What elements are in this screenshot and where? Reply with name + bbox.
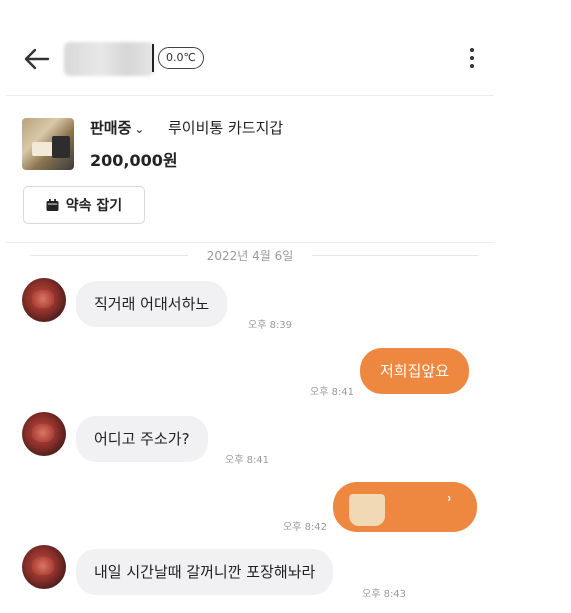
vertical-dots-icon (460, 48, 484, 68)
product-price: 200,000원 (90, 151, 178, 170)
back-button[interactable] (20, 42, 54, 76)
arrow-left-icon (24, 48, 50, 70)
name-cursor-bar (152, 44, 154, 72)
sale-status-dropdown[interactable]: 판매중 ⌄ (90, 117, 144, 138)
sender-avatar[interactable] (22, 412, 66, 456)
incoming-message: 어디고 주소가? (76, 416, 208, 462)
calendar-icon (46, 199, 59, 211)
message-time: 오후 8:43 (362, 589, 407, 600)
message-time: 오후 8:39 (248, 320, 293, 331)
outgoing-message: 저희집앞요 (360, 348, 470, 394)
user-name-blurred (64, 42, 154, 76)
date-rule-left (30, 255, 188, 256)
outgoing-image-message[interactable]: ʾ (333, 482, 477, 532)
appointment-label: 약속 잡기 (65, 198, 123, 214)
more-options-button[interactable] (460, 44, 484, 74)
sender-avatar[interactable] (22, 278, 66, 322)
message-time: 오후 8:42 (283, 522, 328, 533)
sender-avatar[interactable] (22, 545, 66, 589)
message-time: 오후 8:41 (225, 455, 270, 466)
incoming-message: 내일 시간날때 갈꺼니깐 포장해놔라 (76, 549, 334, 595)
chat-date: 2022년 4월 6일 (206, 249, 294, 263)
incoming-message: 직거래 어대서하노 (76, 281, 228, 327)
message-time: 오후 8:41 (310, 387, 355, 398)
product-divider (6, 242, 494, 243)
make-appointment-button[interactable]: 약속 잡기 (23, 186, 145, 224)
product-title: 루이비통 카드지갑 (168, 119, 284, 137)
sale-status-label: 판매중 (90, 119, 132, 137)
date-rule-right (312, 255, 478, 256)
header-divider (6, 95, 494, 96)
product-thumbnail[interactable] (22, 118, 74, 170)
manner-temperature-badge: 0.0℃ (158, 47, 204, 69)
chevron-down-icon: ⌄ (134, 122, 145, 136)
